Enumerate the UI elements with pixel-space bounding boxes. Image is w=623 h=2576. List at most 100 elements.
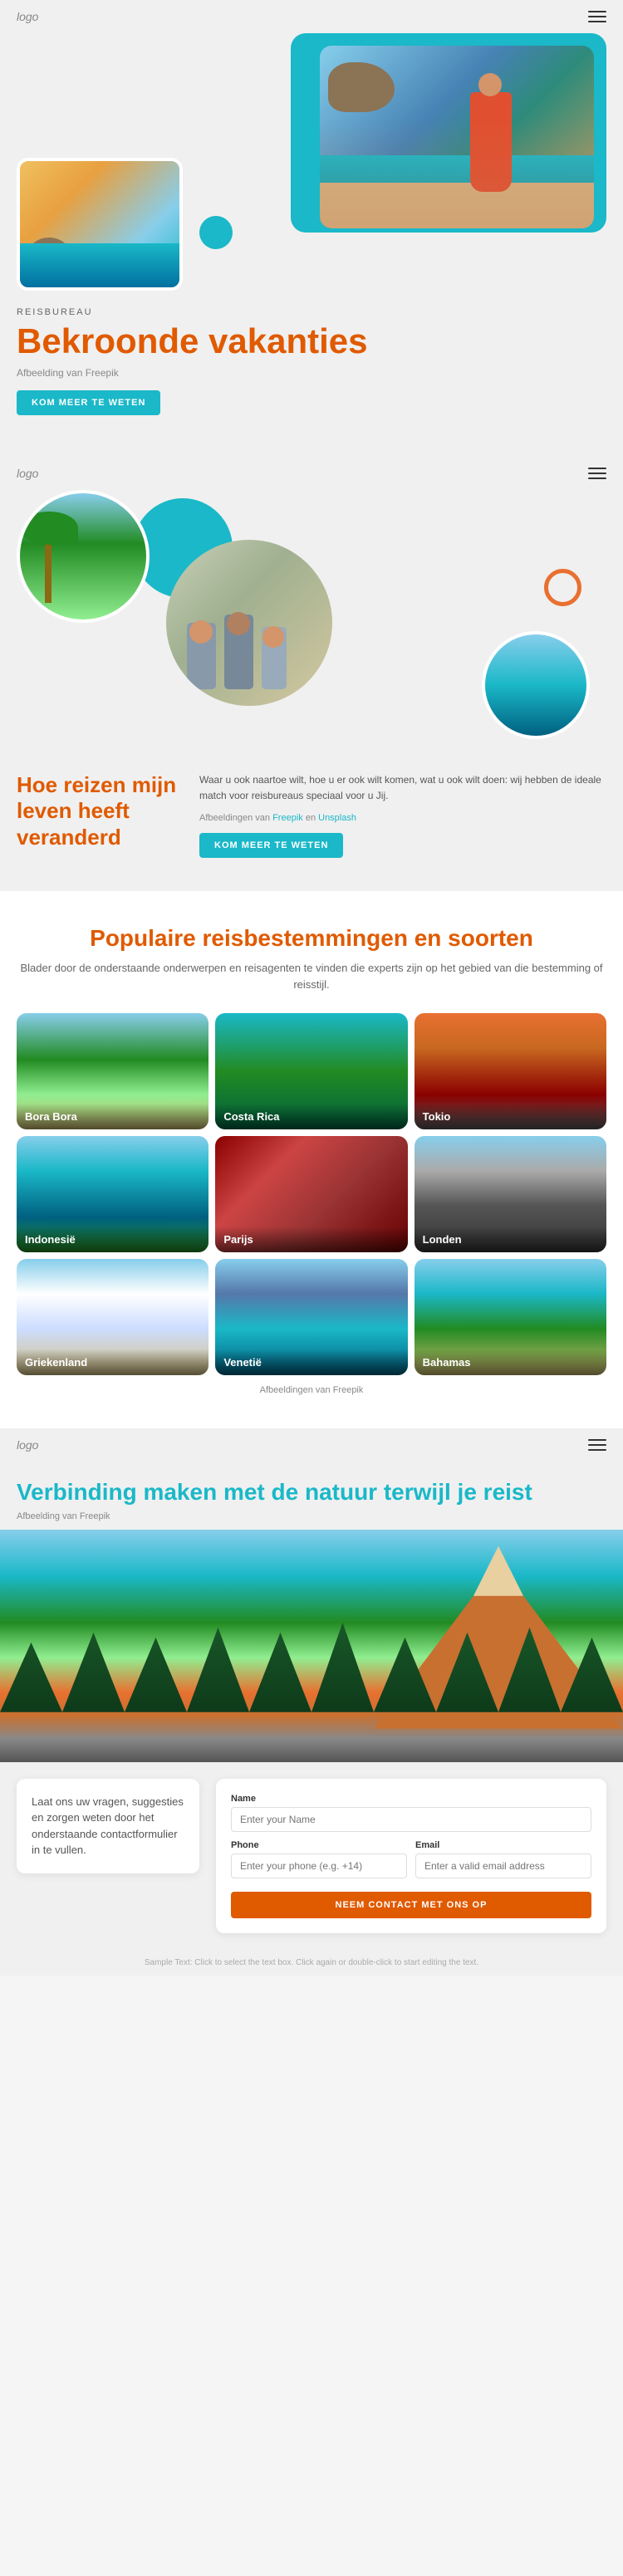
- overlay-water: [20, 243, 179, 287]
- orange-circle-decoration: [544, 569, 581, 606]
- destination-item-indonesi[interactable]: Indonesië: [17, 1136, 208, 1252]
- hero-title: Bekroonde vakanties: [17, 322, 606, 360]
- hamburger-menu-section2[interactable]: [588, 468, 606, 479]
- destinations-image-credit: Afbeeldingen van Freepik: [17, 1385, 606, 1395]
- destination-overlay: Bahamas: [415, 1349, 606, 1375]
- destination-overlay: Londen: [415, 1227, 606, 1252]
- sea-circle: [482, 631, 590, 739]
- section2-title: Hoe reizen mijn leven heeft veranderd: [17, 772, 183, 850]
- section4-header: logo Verbinding maken met de natuur terw…: [0, 1428, 623, 1521]
- destination-item-parijs[interactable]: Parijs: [215, 1136, 407, 1252]
- hero-images: [17, 33, 606, 291]
- nature-image: [0, 1530, 623, 1762]
- logo-section1: logo: [17, 10, 38, 23]
- section4-image-credit: Afbeelding van Freepik: [17, 1511, 606, 1521]
- hamburger-menu-section1[interactable]: [588, 11, 606, 22]
- destination-item-tokio[interactable]: Tokio: [415, 1013, 606, 1129]
- hero-label: REISBUREAU: [17, 307, 606, 317]
- destination-item-veneti[interactable]: Venetië: [215, 1259, 407, 1375]
- destination-overlay: Bora Bora: [17, 1104, 208, 1129]
- destination-name: Venetië: [223, 1356, 399, 1369]
- phone-email-row: Phone Email: [231, 1840, 591, 1887]
- phone-input[interactable]: [231, 1854, 407, 1878]
- destination-name: Parijs: [223, 1233, 399, 1246]
- beach-sand: [320, 183, 594, 228]
- contact-form-card: Name Phone Email NEEM CONTACT MET ONS OP: [216, 1779, 606, 1933]
- section1: logo REISBUREAU Bekroonde vakanties Afbe…: [0, 0, 623, 457]
- destination-item-londen[interactable]: Londen: [415, 1136, 606, 1252]
- section2-right: Waar u ook naartoe wilt, hoe u er ook wi…: [199, 772, 606, 857]
- palm-tree: [45, 536, 52, 603]
- section2-left: Hoe reizen mijn leven heeft veranderd: [17, 772, 183, 857]
- palm-beach-circle: [17, 490, 150, 623]
- destination-name: Bahamas: [423, 1356, 598, 1369]
- destination-overlay: Indonesië: [17, 1227, 208, 1252]
- unsplash-link[interactable]: Unsplash: [318, 813, 356, 823]
- beach-rocks: [328, 62, 395, 112]
- destinations-grid: Bora Bora Costa Rica Tokio Indonesië Parijs L…: [17, 1013, 606, 1375]
- nav-section1: logo: [0, 0, 623, 33]
- destination-name: Londen: [423, 1233, 598, 1246]
- email-field-row: Email: [415, 1840, 591, 1878]
- contact-section: Laat ons uw vragen, suggesties en zorgen…: [0, 1762, 623, 1950]
- destination-overlay: Costa Rica: [215, 1104, 407, 1129]
- name-field-row: Name: [231, 1794, 591, 1832]
- destination-overlay: Griekenland: [17, 1349, 208, 1375]
- hero-image-credit: Afbeelding van Freepik: [17, 367, 606, 379]
- logo-section4: logo: [17, 1438, 38, 1452]
- section2-credits: Afbeeldingen van Freepik en Unsplash: [199, 813, 606, 823]
- destination-name: Griekenland: [25, 1356, 200, 1369]
- contact-submit-button[interactable]: NEEM CONTACT MET ONS OP: [231, 1892, 591, 1918]
- hero-overlay-image: [17, 158, 183, 291]
- section4: logo Verbinding maken met de natuur terw…: [0, 1428, 623, 1976]
- section2: logo Hoe reizen mijn leven heeft verande…: [0, 457, 623, 890]
- hamburger-menu-section4[interactable]: [588, 1439, 606, 1451]
- destination-item-costarica[interactable]: Costa Rica: [215, 1013, 407, 1129]
- destination-overlay: Venetië: [215, 1349, 407, 1375]
- section3-title: Populaire reisbestemmingen en soorten: [17, 924, 606, 953]
- contact-description: Laat ons uw vragen, suggesties en zorgen…: [32, 1794, 184, 1859]
- beach-water: [320, 155, 594, 228]
- section2-body: Waar u ook naartoe wilt, hoe u er ook wi…: [199, 772, 606, 804]
- phone-field-row: Phone: [231, 1840, 407, 1878]
- destination-overlay: Parijs: [215, 1227, 407, 1252]
- destination-name: Indonesië: [25, 1233, 200, 1246]
- freepik-link[interactable]: Freepik: [272, 813, 303, 823]
- destination-item-griekenland[interactable]: Griekenland: [17, 1259, 208, 1375]
- hero-cta-button[interactable]: KOM MEER TE WETEN: [17, 390, 160, 415]
- mountain-snow: [457, 1546, 540, 1596]
- logo-section2: logo: [17, 467, 38, 480]
- destination-overlay: Tokio: [415, 1104, 606, 1129]
- name-label: Name: [231, 1794, 591, 1804]
- hero-content: REISBUREAU Bekroonde vakanties Afbeeldin…: [0, 307, 623, 424]
- woman-head: [478, 73, 502, 96]
- nature-trees: [0, 1613, 623, 1712]
- nav-section2: logo: [0, 457, 623, 490]
- section4-title: Verbinding maken met de natuur terwijl j…: [17, 1462, 606, 1511]
- circles-grid: [17, 490, 606, 756]
- contact-left-card: Laat ons uw vragen, suggesties en zorgen…: [17, 1779, 199, 1873]
- email-label: Email: [415, 1840, 591, 1850]
- destination-name: Tokio: [423, 1110, 598, 1123]
- name-input[interactable]: [231, 1807, 591, 1832]
- email-input[interactable]: [415, 1854, 591, 1878]
- section2-cta-button[interactable]: KOM MEER TE WETEN: [199, 833, 343, 858]
- destination-name: Costa Rica: [223, 1110, 399, 1123]
- destination-item-borabora[interactable]: Bora Bora: [17, 1013, 208, 1129]
- hero-main-image: [320, 46, 594, 228]
- woman-figure: [470, 92, 512, 192]
- person3-head: [262, 626, 284, 648]
- section3: Populaire reisbestemmingen en soorten Bl…: [0, 891, 623, 1429]
- destination-item-bahamas[interactable]: Bahamas: [415, 1259, 606, 1375]
- section3-subtitle: Blader door de onderstaande onderwerpen …: [17, 960, 606, 992]
- teal-circle-decoration: [199, 216, 233, 249]
- palm-leaves: [20, 512, 78, 545]
- person1-head: [189, 620, 213, 644]
- destination-name: Bora Bora: [25, 1110, 200, 1123]
- nav-section4: logo: [17, 1428, 606, 1462]
- section2-text-block: Hoe reizen mijn leven heeft veranderd Wa…: [0, 772, 623, 857]
- section4-footer-text: Sample Text: Click to select the text bo…: [0, 1950, 623, 1976]
- people-talking-circle: [166, 540, 332, 706]
- phone-label: Phone: [231, 1840, 407, 1850]
- person2-head: [227, 612, 250, 635]
